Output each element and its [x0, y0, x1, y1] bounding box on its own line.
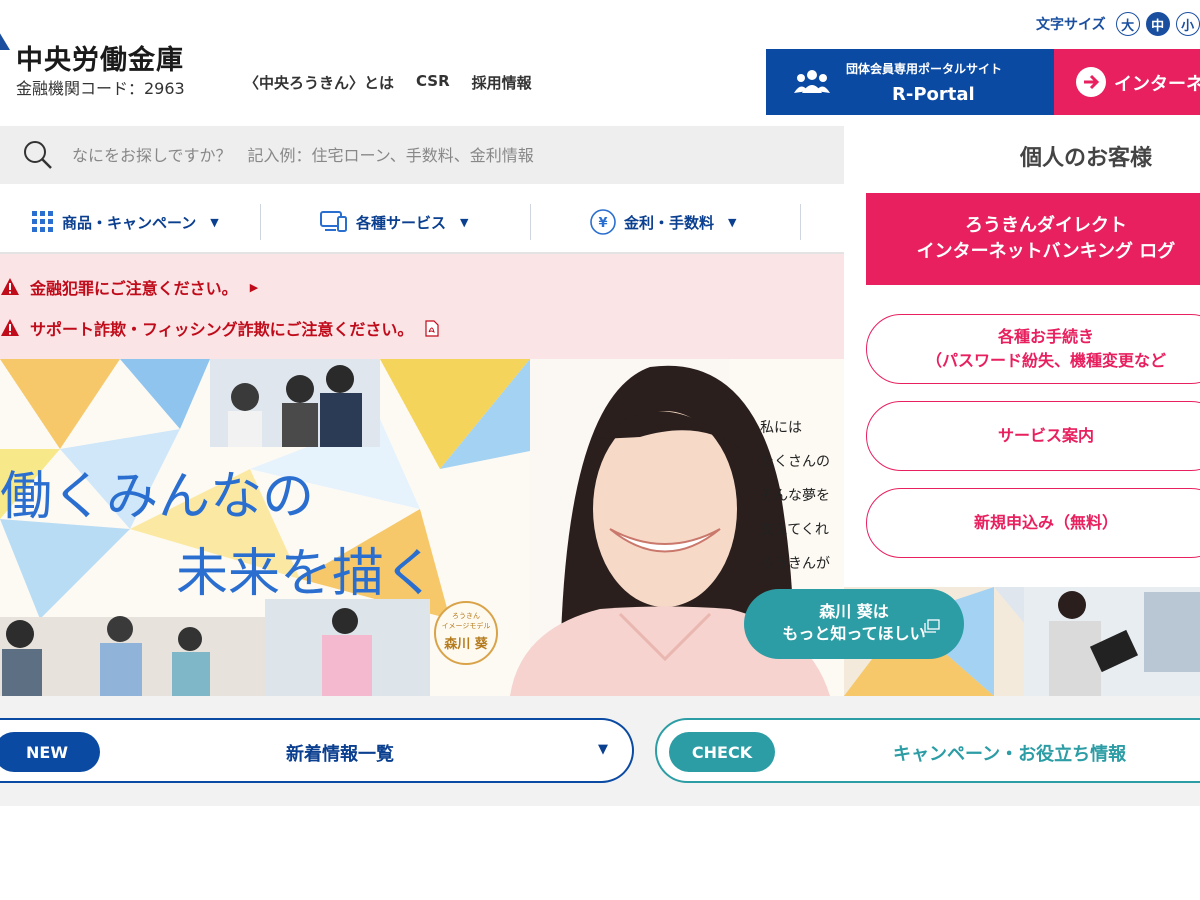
font-size-switcher: 文字サイズ 大 中 小 — [1036, 12, 1200, 36]
handwritten-line: たくさんの — [760, 454, 830, 470]
r-portal-title: R-Portal — [892, 84, 975, 105]
computer-icon — [320, 211, 347, 232]
morikawa-more-button[interactable]: 森川 葵は もっと知ってほしい — [744, 589, 964, 659]
triangle-right-icon: ▶ — [249, 280, 259, 294]
caret-down-icon: ▼ — [598, 742, 608, 757]
nav-recruit[interactable]: 採用情報 — [472, 72, 532, 93]
news-list-label: 新着情報一覧 — [286, 744, 394, 765]
caret-down-icon: ▼ — [728, 215, 737, 229]
new-application-button[interactable]: 新規申込み（無料） — [866, 488, 1200, 558]
direct-login-button[interactable]: ろうきんダイレクト インターネットバンキング ログ — [866, 193, 1200, 285]
news-list-button[interactable]: NEW 新着情報一覧 ▼ — [0, 718, 634, 783]
group-icon — [794, 70, 830, 93]
seal-name: 森川 葵 — [444, 637, 488, 652]
handwritten-line: 私には — [760, 420, 802, 436]
campaign-info-button[interactable]: CHECK キャンペーン・お役立ち情報 — [655, 718, 1200, 783]
category-products-label: 商品・キャンペーン — [62, 213, 197, 232]
svg-text:¥: ¥ — [598, 216, 607, 231]
internet-banking-label: インターネ — [1114, 74, 1200, 95]
hero-banner[interactable]: 働くみんなの 未来を描く 私には たくさんの そんな夢を 支えてくれ ろうきんが… — [0, 359, 844, 696]
font-size-medium-button[interactable]: 中 — [1145, 12, 1170, 36]
divider — [260, 204, 261, 240]
warning-icon — [1, 278, 19, 295]
internet-banking-button[interactable]: インターネ — [1054, 49, 1200, 115]
logo-icon[interactable] — [0, 30, 10, 86]
caret-down-icon: ▼ — [210, 215, 219, 229]
warning-icon — [1, 319, 19, 336]
bank-code: 金融機関コード：2963 — [16, 79, 185, 98]
r-portal-button[interactable]: 団体会員専用ポータルサイト R-Portal — [766, 49, 1054, 115]
alert-phishing[interactable]: サポート詐欺・フィッシング詐欺にご注意ください。 — [0, 316, 439, 340]
divider — [800, 204, 801, 240]
alert-phishing-text: サポート詐欺・フィッシング詐欺にご注意ください。 — [30, 320, 414, 339]
category-products[interactable]: 商品・キャンペーン ▼ — [32, 196, 219, 248]
seal-line1: ろうきん — [452, 612, 480, 620]
direct-login-line1: ろうきんダイレクト — [965, 215, 1127, 236]
font-size-large-button[interactable]: 大 — [1115, 12, 1140, 36]
font-size-small-button[interactable]: 小 — [1175, 12, 1200, 36]
r-portal-subtitle: 団体会員専用ポータルサイト — [846, 62, 1003, 76]
divider — [530, 204, 531, 240]
font-size-label: 文字サイズ — [1036, 17, 1106, 33]
pdf-icon — [425, 319, 439, 337]
caret-down-icon: ▼ — [460, 215, 469, 229]
services-button[interactable]: サービス案内 — [866, 401, 1200, 471]
procedures-button[interactable]: 各種お手続き （パスワード紛失、機種変更など — [866, 314, 1200, 384]
personal-customer-panel: 個人のお客様 ろうきんダイレクト インターネットバンキング ログ 各種お手続き … — [844, 126, 1200, 587]
alert-area: 金融犯罪にご注意ください。 ▶ サポート詐欺・フィッシング詐欺にご注意ください。 — [0, 254, 844, 359]
category-rates-label: 金利・手数料 — [624, 213, 715, 232]
alert-fraud[interactable]: 金融犯罪にご注意ください。 ▶ — [0, 275, 258, 299]
handwritten-line: ろうきんが — [760, 556, 830, 572]
page: 中央労働金庫 金融機関コード：2963 〈中央ろうきん〉とは CSR 採用情報 … — [0, 0, 1200, 900]
seal-line2: イメージモデル — [441, 622, 491, 630]
category-services[interactable]: 各種サービス ▼ — [320, 196, 468, 248]
grid-icon — [32, 211, 53, 232]
search-bar — [0, 126, 844, 184]
procedures-line1: 各種お手続き — [997, 327, 1094, 346]
nav-csr[interactable]: CSR — [416, 72, 450, 93]
yen-icon: ¥ — [590, 209, 616, 235]
panel-title: 個人のお客様 — [1020, 146, 1153, 171]
search-input[interactable] — [72, 140, 812, 170]
nav-about[interactable]: 〈中央ろうきん〉とは — [244, 72, 394, 93]
new-badge: NEW — [0, 732, 100, 772]
alert-fraud-text: 金融犯罪にご注意ください。 — [30, 279, 238, 298]
image-model-seal: ろうきん イメージモデル 森川 葵 — [434, 601, 498, 665]
search-icon[interactable] — [22, 139, 54, 171]
direct-login-line2: インターネットバンキング ログ — [916, 241, 1176, 262]
arrow-right-icon — [1076, 67, 1106, 97]
campaign-info-label: キャンペーン・お役立ち情報 — [893, 744, 1127, 765]
category-nav: 商品・キャンペーン ▼ 各種サービス ▼ ¥ 金利・手数料 ▼ — [0, 196, 844, 248]
handwritten-line: そんな夢を — [760, 488, 830, 504]
bank-name[interactable]: 中央労働金庫 — [16, 38, 184, 77]
category-rates[interactable]: ¥ 金利・手数料 ▼ — [590, 196, 736, 248]
new-window-icon — [924, 619, 940, 633]
handwritten-line: 支えてくれ — [760, 522, 829, 538]
hero-tagline-line2: 未来を描く — [176, 544, 437, 604]
category-services-label: 各種サービス — [356, 213, 447, 232]
check-badge: CHECK — [669, 732, 775, 772]
top-nav: 〈中央ろうきん〉とは CSR 採用情報 — [244, 72, 532, 93]
procedures-line2: （パスワード紛失、機種変更など — [925, 351, 1166, 370]
hero-tagline-line1: 働くみんなの — [0, 467, 315, 527]
